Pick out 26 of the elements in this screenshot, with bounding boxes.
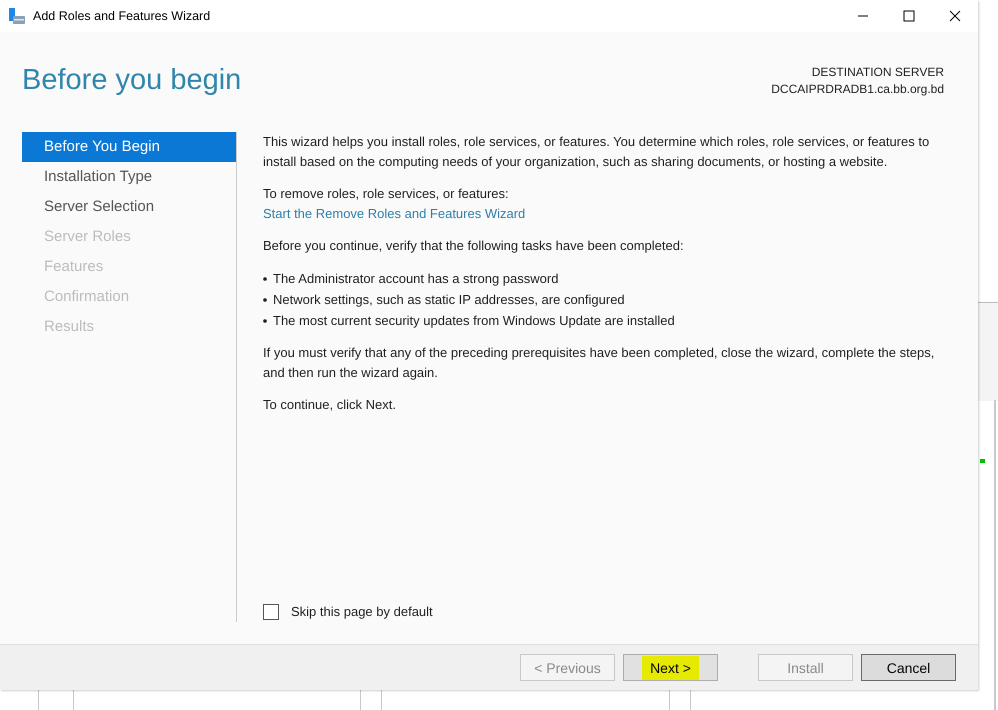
page-title: Before you begin: [22, 64, 242, 98]
wizard-button[interactable]: Next >: [623, 654, 718, 681]
wizard-step[interactable]: Before You Begin: [22, 132, 236, 162]
continue-text: To continue, click Next.: [263, 396, 397, 414]
task-item: The most current security updates from Windows Update are installed: [273, 312, 675, 330]
bullet-icon: [263, 298, 267, 302]
verify-text: Before you continue, verify that the following tasks have been completed:: [263, 237, 685, 255]
skip-label: Skip this page by default: [291, 603, 433, 621]
bullet-icon: [263, 276, 267, 280]
maximize-icon: [903, 10, 915, 22]
window-title: Add Roles and Features Wizard: [33, 9, 210, 23]
skip-checkbox[interactable]: [263, 604, 279, 620]
prerequisite-text: If you must verify that any of the preceding prerequisites have been completed, close the wizard, complete the steps, and then run the wizard again.: [263, 344, 936, 382]
close-icon: [949, 10, 961, 22]
remove-label: To remove roles, role services, or features:: [263, 185, 510, 203]
task-item: The Administrator account has a strong password: [273, 270, 558, 288]
bullet-icon: [263, 318, 267, 322]
server-icon: [8, 7, 26, 25]
destination-server: DCCAIPRDRADB1.ca.bb.org.bd: [771, 81, 944, 98]
wizard-step[interactable]: Installation Type: [22, 162, 236, 192]
wizard-button[interactable]: Cancel: [861, 654, 956, 681]
wizard-step[interactable]: Server Selection: [22, 192, 236, 222]
intro-text: This wizard helps you install roles, role services, or features. You determine which roles, role services, or features to install based on the computing needs of your organization, such as sharing documents, or hosting a website.: [263, 133, 930, 171]
task-item: Network settings, such as static IP addresses, are configured: [273, 291, 625, 309]
remove-wizard-link[interactable]: Start the Remove Roles and Features Wizard: [263, 206, 526, 221]
destination-label: DESTINATION SERVER: [812, 64, 944, 81]
